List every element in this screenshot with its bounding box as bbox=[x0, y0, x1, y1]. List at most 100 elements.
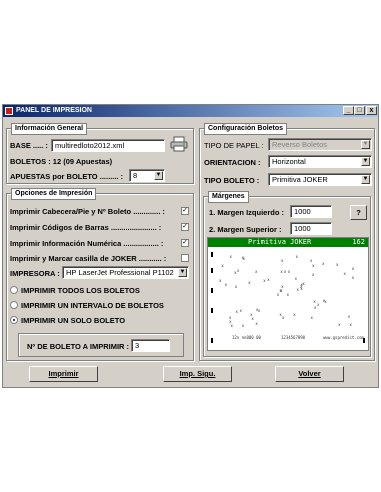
ticket-registration-mark bbox=[211, 338, 213, 343]
printer-icon[interactable] bbox=[170, 136, 188, 152]
ticket-mark: x bbox=[221, 263, 224, 269]
ticket-mark: x bbox=[218, 277, 222, 283]
ticket-mark: x bbox=[239, 307, 242, 313]
ticket-mark: x bbox=[229, 253, 232, 259]
ticket-mark: x bbox=[267, 277, 270, 283]
ticket-preview-number: 162 bbox=[352, 238, 365, 246]
base-field[interactable]: multiredloto2012.xml bbox=[51, 139, 165, 152]
ticket-mark: x bbox=[281, 314, 285, 320]
ticket-mark: x bbox=[255, 320, 258, 326]
check-label-header-footer: Imprimir Cabecera/Pie y Nº Boleto ......… bbox=[10, 207, 165, 216]
apuestas-select[interactable]: 8 ▼ bbox=[129, 169, 165, 182]
ticket-mark: x bbox=[310, 257, 313, 263]
general-info-title: Información General bbox=[11, 123, 88, 135]
boleto-number-label: Nº DE BOLETO A IMPRIMIR : bbox=[27, 342, 130, 351]
chevron-down-icon[interactable]: ▼ bbox=[154, 171, 163, 180]
chevron-down-icon[interactable]: ▼ bbox=[361, 140, 370, 149]
boleto-number-input[interactable]: 3 bbox=[131, 339, 170, 352]
back-button[interactable]: Volver bbox=[275, 366, 344, 382]
left-margin-label: 1. Margen Izquierdo : bbox=[209, 208, 285, 217]
ticket-mark: x bbox=[281, 283, 284, 289]
base-label: BASE ..... : bbox=[10, 141, 48, 150]
help-button[interactable]: ? bbox=[350, 205, 367, 220]
ticket-footer-mid: 1234567890 bbox=[281, 335, 306, 340]
ticket-mark: x bbox=[224, 281, 228, 287]
ticket-mark: x bbox=[250, 311, 253, 317]
ticket-mark: x bbox=[351, 265, 355, 271]
boletos-label: BOLETOS : 12 (09 Apuestas) bbox=[10, 157, 113, 166]
orientation-label: ORIENTACION : bbox=[204, 158, 261, 167]
ticket-mark: x bbox=[312, 263, 315, 269]
printer-select[interactable]: HP LaserJet Professional P1102 ▼ bbox=[62, 266, 189, 279]
ticket-mark: x bbox=[241, 254, 245, 260]
check-label-joker: Imprimir y Marcar casilla de JOKER .....… bbox=[10, 254, 167, 263]
ticket-mark: x bbox=[234, 283, 238, 289]
radio-print-all[interactable] bbox=[10, 286, 18, 294]
ticket-mark: x bbox=[316, 302, 320, 308]
top-margin-input[interactable]: 1000 bbox=[290, 222, 332, 235]
paper-type-label: TIPO DE PAPEL : bbox=[204, 141, 264, 150]
ticket-mark: x bbox=[349, 321, 352, 327]
apuestas-label: APUESTAS por BOLETO ......... : bbox=[10, 172, 124, 181]
checkbox-barcodes[interactable]: ✓ bbox=[181, 223, 189, 231]
ticket-footer-right: www.gspredict.com bbox=[323, 335, 364, 340]
window-title: PANEL DE IMPRESION bbox=[16, 107, 92, 114]
checkbox-numeric-info[interactable]: ✓ bbox=[181, 239, 189, 247]
ticket-registration-mark bbox=[211, 308, 213, 313]
ticket-mark: x bbox=[281, 258, 284, 264]
ticket-mark: x bbox=[237, 268, 240, 274]
maximize-button[interactable]: □ bbox=[354, 106, 365, 115]
top-margin-label: 2. Margen Superior : bbox=[209, 225, 282, 234]
radio-label-print-all: IMPRIMIR TODOS LOS BOLETOS bbox=[21, 286, 140, 295]
ticket-mark: x bbox=[230, 323, 233, 329]
ticket-mark: x bbox=[280, 268, 283, 274]
ticket-mark: x bbox=[293, 311, 296, 317]
ticket-mark: x bbox=[254, 269, 258, 275]
minimize-button[interactable]: _ bbox=[343, 106, 354, 115]
ticket-mark: x bbox=[296, 287, 299, 293]
ticket-mark: x bbox=[235, 309, 238, 315]
close-button[interactable]: x bbox=[366, 106, 377, 115]
ticket-registration-mark bbox=[211, 268, 213, 273]
checkbox-joker[interactable] bbox=[181, 254, 189, 262]
left-margin-input[interactable]: 1000 bbox=[290, 205, 332, 218]
ticket-type-select[interactable]: Primitiva JOKER ▼ bbox=[268, 173, 372, 186]
ticket-mark: x bbox=[313, 298, 316, 304]
apuestas-value: 8 bbox=[133, 171, 138, 180]
paper-type-value: Reverso Boletos bbox=[272, 140, 328, 149]
ticket-mark: x bbox=[287, 268, 291, 274]
ticket-registration-mark bbox=[211, 288, 213, 293]
radio-print-single[interactable] bbox=[10, 316, 18, 324]
print-options-title: Opciones de Impresión bbox=[11, 188, 97, 200]
check-label-barcodes: Imprimir Códigos de Barras .............… bbox=[10, 223, 162, 232]
ticket-mark: x bbox=[295, 253, 299, 259]
print-button[interactable]: Imprimir bbox=[29, 366, 98, 382]
ticket-preview-title: Primitiva JOKER bbox=[248, 238, 312, 246]
ticket-mark: x bbox=[263, 277, 266, 283]
orientation-select[interactable]: Horizontal ▼ bbox=[268, 155, 372, 168]
radio-label-print-range: IMPRIMIR UN INTERVALO DE BOLETOS bbox=[21, 301, 164, 310]
ticket-mark: x bbox=[351, 275, 355, 281]
ticket-mark: x bbox=[255, 307, 259, 313]
print-next-button[interactable]: Imp. Sigu. bbox=[163, 366, 232, 382]
impresora-label: IMPRESORA : bbox=[10, 269, 60, 278]
ticket-type-value: Primitiva JOKER bbox=[272, 175, 328, 184]
chevron-down-icon[interactable]: ▼ bbox=[178, 268, 187, 277]
ticket-mark: x bbox=[322, 261, 325, 267]
chevron-down-icon[interactable]: ▼ bbox=[361, 157, 370, 166]
ticket-mark: x bbox=[283, 268, 287, 274]
ticket-registration-mark bbox=[211, 252, 213, 257]
ticket-mark: x bbox=[312, 272, 315, 278]
checkbox-header-footer[interactable]: ✓ bbox=[181, 207, 189, 215]
ticket-preview: Primitiva JOKER 162 xxxxxxxxxxxxxxxxxxxx… bbox=[207, 237, 369, 351]
title-bar: PANEL DE IMPRESION _ □ x bbox=[3, 105, 378, 117]
orientation-value: Horizontal bbox=[272, 157, 306, 166]
ticket-mark: x bbox=[286, 292, 290, 298]
chevron-down-icon[interactable]: ▼ bbox=[361, 175, 370, 184]
paper-type-select[interactable]: Reverso Boletos ▼ bbox=[268, 138, 372, 151]
ticket-mark: x bbox=[294, 275, 297, 281]
check-label-numeric-info: Imprimir Información Numérica ..........… bbox=[10, 239, 164, 248]
ticket-mark: x bbox=[300, 285, 303, 291]
radio-print-range[interactable] bbox=[10, 301, 18, 309]
ticket-mark: x bbox=[322, 298, 326, 304]
